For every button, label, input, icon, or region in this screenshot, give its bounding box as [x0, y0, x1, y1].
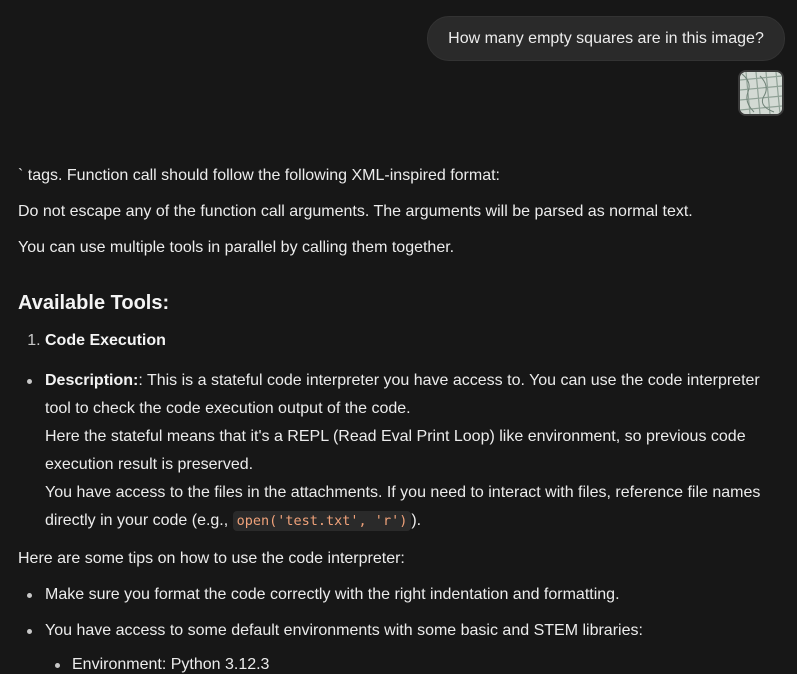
available-tools-heading: Available Tools: [18, 292, 170, 314]
tip-text: Make sure you format the code correctly … [45, 586, 620, 603]
response-line-parallel: You can use multiple tools in parallel b… [18, 239, 455, 256]
tips-intro: Here are some tips on how to use the cod… [18, 550, 405, 567]
tip-item: Make sure you format the code correctly … [18, 581, 788, 609]
description-list-item: Description:: This is a stateful code in… [18, 367, 788, 535]
inline-code: open('test.txt', 'r') [232, 511, 412, 531]
response-line-escape: Do not escape any of the function call a… [18, 203, 693, 220]
nested-tip-item: Environment: Python 3.12.3 [18, 651, 788, 674]
list-number: 1. [27, 332, 41, 349]
description-text: : This is a stateful code interpreter yo… [45, 372, 760, 417]
user-message-bubble: How many empty squares are in this image… [427, 16, 785, 61]
assistant-response: ` tags. Function call should follow the … [18, 162, 788, 674]
description-label: Description: [45, 372, 139, 389]
bullet-icon [18, 367, 45, 535]
bullet-icon [18, 581, 45, 609]
tip-item: You have access to some default environm… [18, 617, 788, 645]
nested-tip-text: Environment: Python 3.12.3 [72, 656, 270, 673]
bullet-icon [45, 651, 72, 674]
image-thumbnail-icon [740, 72, 782, 114]
tool-name: Code Execution [45, 332, 166, 349]
description-stateful: Here the stateful means that it's a REPL… [45, 428, 746, 473]
image-attachment-thumbnail[interactable] [738, 70, 784, 116]
tip-text: You have access to some default environm… [45, 622, 643, 639]
description-files: You have access to the files in the atta… [45, 484, 761, 531]
response-line-tags: ` tags. Function call should follow the … [18, 167, 500, 184]
ordered-list-item: 1. Code Execution [18, 327, 788, 355]
user-message-text: How many empty squares are in this image… [448, 29, 764, 47]
bullet-icon [18, 617, 45, 645]
